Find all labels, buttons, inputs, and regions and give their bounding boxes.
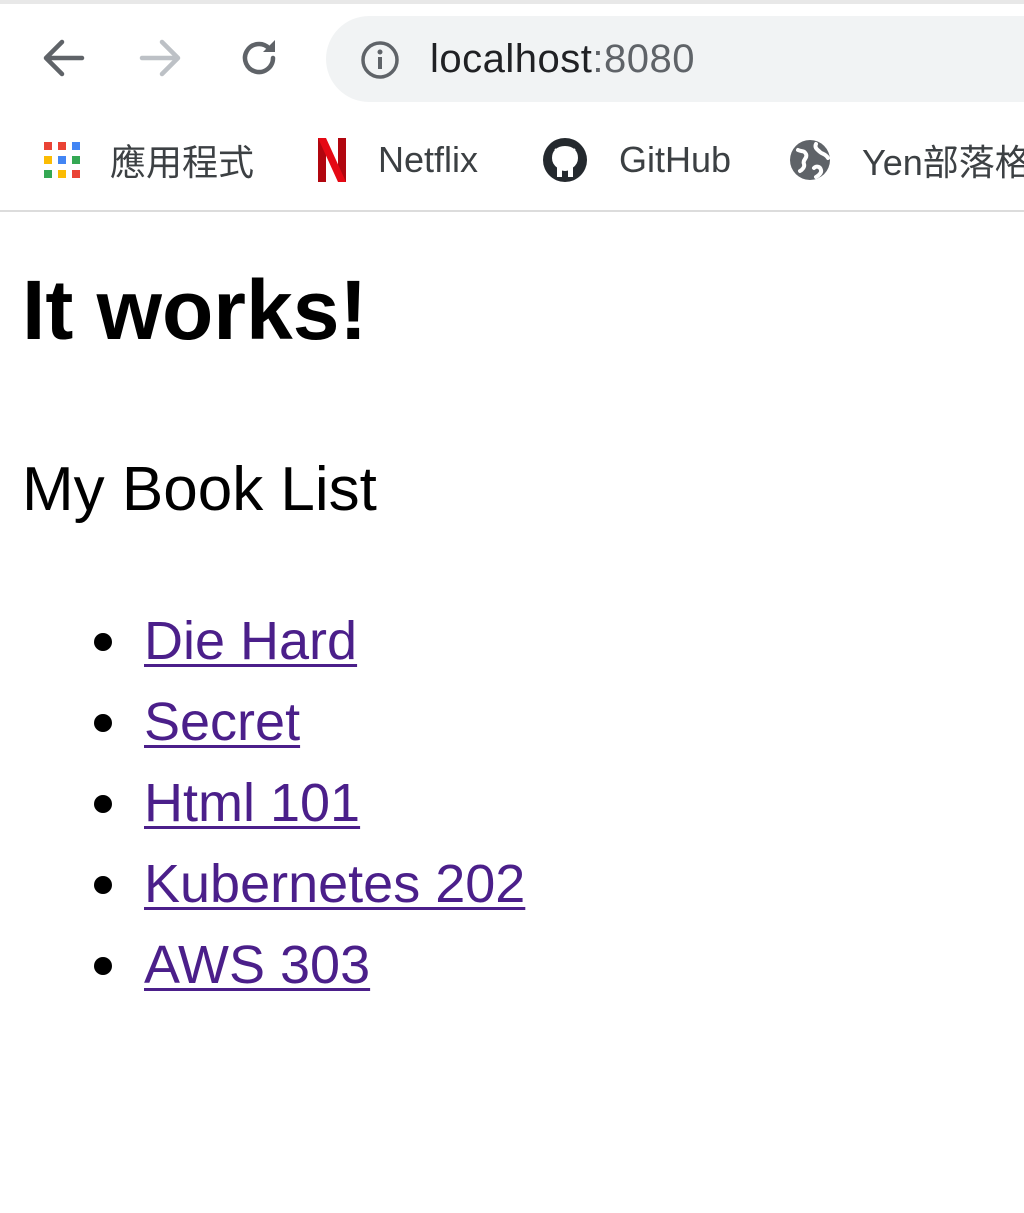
bullet-icon: [94, 876, 112, 894]
reload-button[interactable]: [231, 30, 287, 86]
apps-grid-icon: [44, 142, 80, 178]
bookmark-apps[interactable]: 應用程式: [44, 130, 254, 190]
arrow-right-icon: [139, 39, 181, 77]
bookmark-label: Netflix: [378, 139, 479, 180]
book-link[interactable]: Die Hard: [144, 610, 357, 672]
github-icon: [543, 138, 587, 182]
book-link[interactable]: Kubernetes 202: [144, 853, 525, 915]
bookmark-netflix[interactable]: Netflix: [316, 130, 478, 190]
book-link[interactable]: Secret: [144, 691, 300, 753]
page-title: It works!: [22, 263, 368, 357]
back-button[interactable]: [35, 30, 91, 86]
url-port: :8080: [592, 37, 695, 81]
book-list-heading: My Book List: [22, 455, 377, 524]
arrow-left-icon: [43, 39, 85, 77]
netflix-icon: [318, 138, 346, 182]
info-icon[interactable]: [360, 40, 400, 80]
reload-icon: [242, 40, 276, 75]
book-link[interactable]: Html 101: [144, 772, 360, 834]
forward-button[interactable]: [133, 30, 189, 86]
bookmark-label: 應用程式: [110, 142, 255, 183]
bookmark-label: GitHub: [619, 139, 732, 180]
bullet-icon: [94, 795, 112, 813]
bookmark-github[interactable]: GitHub: [541, 130, 731, 190]
book-link[interactable]: AWS 303: [144, 934, 370, 996]
bullet-icon: [94, 957, 112, 975]
address-bar[interactable]: localhost:8080: [326, 16, 1024, 102]
browser-chrome: localhost:8080 應用程式 Netflix GitHub Yen部落…: [0, 0, 1024, 212]
bookmarks-bar: 應用程式 Netflix GitHub Yen部落格: [0, 112, 1024, 210]
bookmark-label: Yen部落格: [862, 142, 1024, 183]
browser-toolbar: localhost:8080: [0, 0, 1024, 112]
globe-icon: [790, 140, 830, 180]
url-host: localhost: [430, 37, 593, 81]
bullet-icon: [94, 714, 112, 732]
bullet-icon: [94, 633, 112, 651]
bookmark-yen-blog[interactable]: Yen部落格: [788, 130, 1024, 190]
url-text: localhost:8080: [430, 34, 695, 84]
